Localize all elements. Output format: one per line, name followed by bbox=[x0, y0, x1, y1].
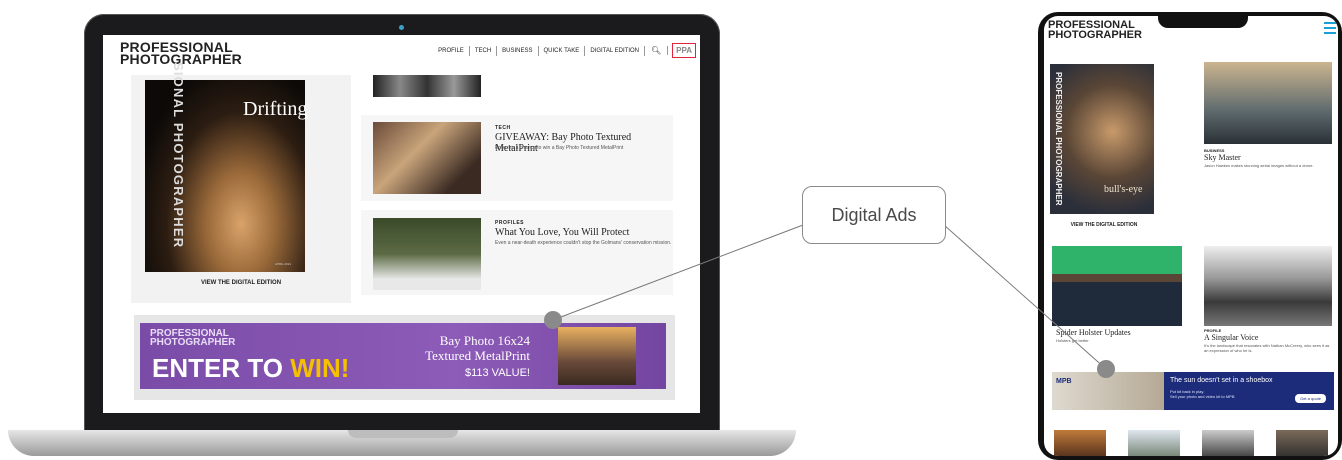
callout-marker-tablet bbox=[1097, 360, 1115, 378]
digital-ads-callout: Digital Ads bbox=[802, 186, 946, 244]
callout-line-desktop bbox=[552, 224, 804, 321]
callout-label: Digital Ads bbox=[831, 204, 917, 225]
callout-marker-desktop bbox=[544, 311, 562, 329]
callout-line-tablet bbox=[943, 224, 1107, 370]
callout-connectors bbox=[552, 224, 1107, 370]
